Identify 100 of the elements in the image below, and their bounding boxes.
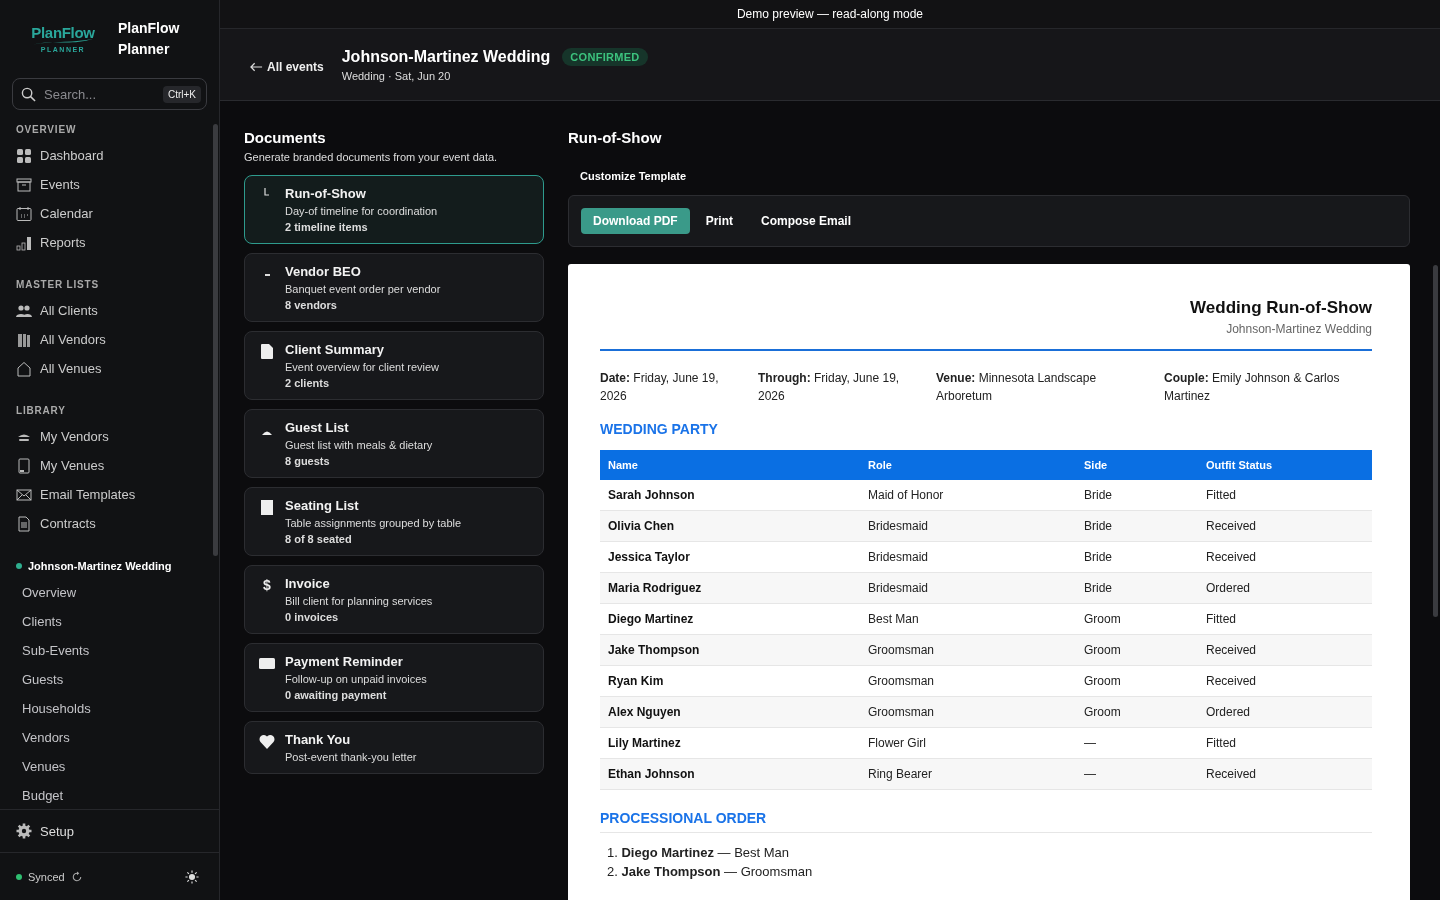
action-button[interactable]: Print [693,208,745,234]
house-icon [16,360,32,377]
page-icon [261,500,273,515]
column-header: Outfit Status [1198,450,1372,480]
event-nav-item[interactable]: Households [0,694,219,723]
nav-item[interactable]: My Vendors [0,422,219,451]
setup-nav-item[interactable]: Setup [0,809,219,852]
dollar-icon: $ [263,578,271,592]
search-input[interactable]: Search... [42,85,157,103]
card-description: Event overview for client review [285,360,440,375]
sun-icon[interactable] [185,869,199,884]
calendar-icon [16,205,32,222]
event-nav-item[interactable]: Vendors [0,723,219,752]
table-cell: Bridesmaid [860,541,1076,573]
card-count: 0 awaiting payment [285,688,388,703]
card-count: 8 guests [285,454,331,469]
event-nav-item[interactable]: Sub-Events [0,636,219,665]
section-heading: WEDDING PARTY [600,421,719,437]
search-icon [21,86,36,102]
meta-field: Through: Friday, June 19, 2026 [758,369,936,405]
documents-heading: Documents [244,129,327,146]
nav-item[interactable]: All Clients [0,296,219,325]
document-card[interactable]: Guest List Guest list with meals & dietary 8 guests [244,409,544,478]
table-cell: Maria Rodriguez [600,572,860,604]
card-title: Guest List [285,419,350,437]
table-cell: Groom [1076,634,1198,666]
table-cell: Jessica Taylor [600,541,860,573]
nav-item[interactable]: Reports [0,228,219,257]
order-item: 2. Jake Thompson — Groomsman [607,863,814,881]
action-button[interactable]: Compose Email [749,208,864,234]
document-card[interactable]: $ Invoice Bill client for planning services 0 invoices [244,565,544,634]
document-card[interactable]: Payment Reminder Follow-up on unpaid invoices 0 awaiting payment [244,643,544,712]
nav-item[interactable]: Contracts [0,509,219,538]
card-title: Run-of-Show [285,185,367,203]
back-link[interactable]: All events [250,59,324,74]
card-title: Vendor BEO [285,263,362,281]
card-count: 2 timeline items [285,220,369,235]
table-cell: Ordered [1198,696,1372,728]
dash-icon [264,274,270,276]
dome-icon [262,431,272,435]
event-nav-item[interactable]: Clients [0,607,219,636]
event-nav-item[interactable]: Budget [0,781,219,809]
nav-item[interactable]: Calendar [0,199,219,228]
table-cell: Bride [1076,480,1198,511]
mail-icon [16,486,32,503]
card-count: 2 clients [285,376,331,391]
event-name[interactable]: Johnson-Martinez Wedding [28,560,172,572]
nav-item[interactable]: Email Templates [0,480,219,509]
table-cell: Groomsman [860,665,1076,697]
table-cell: Diego Martinez [600,603,860,635]
column-header: Name [600,450,860,480]
table-cell: Maid of Honor [860,480,1076,511]
table-cell: Ethan Johnson [600,758,860,790]
heart-icon [259,734,275,749]
document-card[interactable]: Seating List Table assignments grouped by table 8 of 8 seated [244,487,544,556]
document-title: Wedding Run-of-Show [1189,298,1372,318]
grid-icon [16,147,32,164]
table-cell: Received [1198,665,1372,697]
event-nav-item[interactable]: Guests [0,665,219,694]
scrollbar[interactable] [213,124,218,556]
refresh-icon[interactable] [70,870,83,883]
meta-field: Venue: Minnesota Landscape Arboretum [936,369,1164,405]
document-card[interactable]: Thank You Post-event thank-you letter [244,721,544,774]
card-description: Follow-up on unpaid invoices [285,672,427,687]
table-cell: Groom [1076,603,1198,635]
table-cell: Received [1198,634,1372,666]
customize-link[interactable]: Customize Template [580,170,1410,182]
document-card[interactable]: Run-of-Show Day-of timeline for coordination 2 timeline items [244,175,544,244]
table-cell: — [1076,727,1198,759]
card-description: Day-of timeline for coordination [285,204,438,219]
meta-field: Couple: Emily Johnson & Carlos Martinez [1164,369,1372,405]
table-cell: Alex Nguyen [600,696,860,728]
document-card[interactable]: Client Summary Event overview for client review 2 clients [244,331,544,400]
tablet-icon [16,457,32,474]
table-cell: Jake Thompson [600,634,860,666]
event-title: Johnson-Martinez Wedding [341,47,551,66]
event-nav-item[interactable]: Venues [0,752,219,781]
nav-item[interactable]: Events [0,170,219,199]
card-title: Client Summary [285,341,385,359]
document-card[interactable]: Vendor BEO Banquet event order per vendor 8 vendors [244,253,544,322]
table-cell: Groom [1076,665,1198,697]
card-count: 0 invoices [285,610,340,625]
order-item: 1. Diego Martinez — Best Man [607,844,791,862]
table-cell: Fitted [1198,480,1372,511]
box-icon [16,176,32,193]
search-bar[interactable]: Search... Ctrl+K [12,78,207,110]
card-description: Post-event thank-you letter [285,750,417,765]
nav-item[interactable]: All Venues [0,354,219,383]
table-cell: Fitted [1198,603,1372,635]
document-subtitle: Johnson-Martinez Wedding [1225,322,1372,336]
nav-item[interactable]: My Venues [0,451,219,480]
people-icon [16,302,32,319]
nav-item[interactable]: Dashboard [0,141,219,170]
table-cell: Received [1198,510,1372,542]
nav-item[interactable]: All Vendors [0,325,219,354]
event-nav-item[interactable]: Overview [0,578,219,607]
documents-description: Generate branded documents from your event data. [244,151,499,163]
demo-banner: Demo preview — read-along mode [220,0,1440,29]
scrollbar[interactable] [1433,265,1438,617]
column-header: Role [860,450,1076,480]
